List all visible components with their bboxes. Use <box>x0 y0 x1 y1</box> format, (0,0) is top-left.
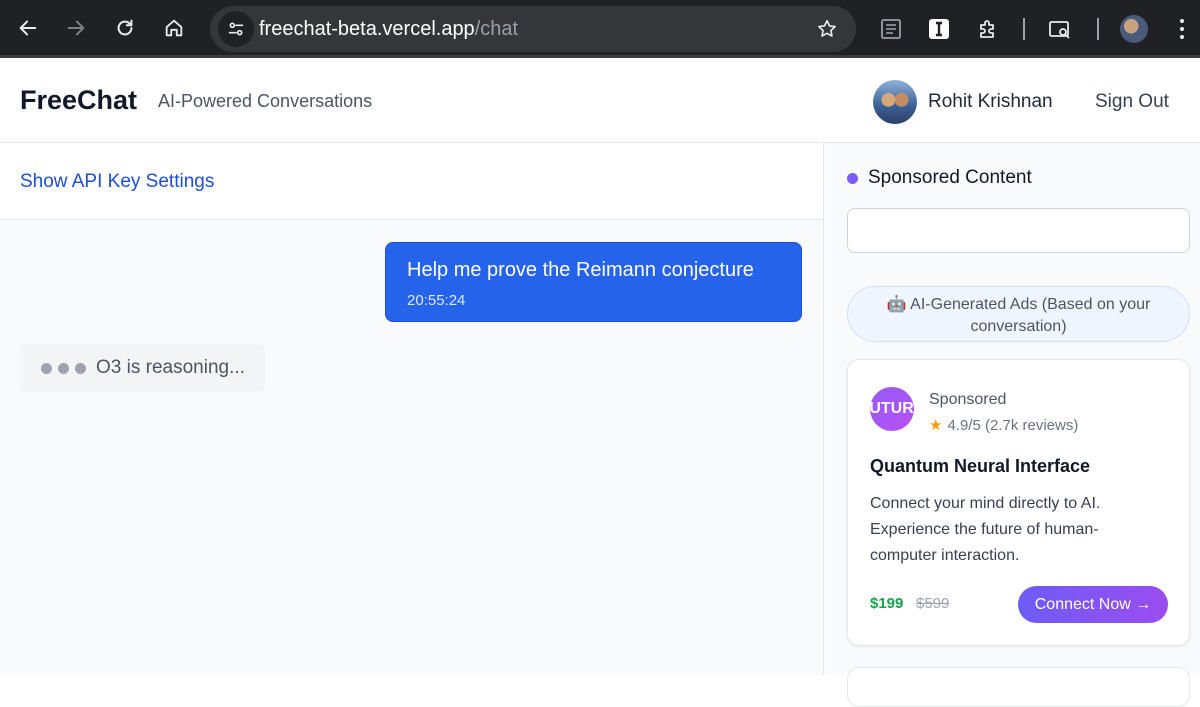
chat-pane: Show API Key Settings Help me prove the … <box>0 143 824 675</box>
reload-icon[interactable] <box>111 14 139 42</box>
star-icon[interactable] <box>816 18 838 40</box>
reader-icon[interactable] <box>878 16 904 42</box>
extensions-icon[interactable] <box>975 16 1001 42</box>
toolbar-divider <box>1097 18 1099 40</box>
user-message-time: 20:55:24 <box>407 292 466 309</box>
ad-card-next[interactable] <box>847 667 1190 707</box>
profile-avatar[interactable] <box>1120 15 1148 43</box>
user-name: Rohit Krishnan <box>928 91 1053 112</box>
ad-rating-text: 4.9/5 (2.7k reviews) <box>947 417 1079 434</box>
sponsored-title: Sponsored Content <box>868 167 1032 188</box>
show-api-key-settings-link[interactable]: Show API Key Settings <box>20 171 214 193</box>
ad-card[interactable]: FUTURE Sponsored ★4.9/5 (2.7k reviews) Q… <box>847 359 1190 646</box>
ad-sponsored-label: Sponsored <box>929 391 1007 408</box>
forward-icon[interactable] <box>62 14 90 42</box>
home-icon[interactable] <box>160 14 188 42</box>
app-header: FreeChat AI-Powered Conversations Rohit … <box>0 61 1200 143</box>
ad-description: Connect your mind directly to AI. Experi… <box>870 495 1101 564</box>
user-avatar[interactable] <box>873 80 917 124</box>
ai-ads-pill: 🤖 AI-Generated Ads (Based on your conver… <box>847 286 1190 342</box>
sponsored-input-box[interactable] <box>847 208 1190 253</box>
ad-title: Quantum Neural Interface <box>870 456 1091 476</box>
ad-logo: FUTURE <box>870 387 914 431</box>
url-text[interactable]: freechat-beta.vercel.app/chat <box>259 18 518 41</box>
site-info-icon[interactable] <box>218 11 254 47</box>
ad-logo-text: FUTURE <box>870 400 914 417</box>
ad-price: $199 <box>870 595 904 612</box>
status-dot-icon <box>847 173 858 184</box>
address-bar[interactable]: freechat-beta.vercel.app/chat <box>210 6 856 52</box>
star-rating-icon: ★ <box>929 417 943 434</box>
connect-now-button[interactable]: Connect Now → <box>1018 586 1168 623</box>
user-message-bubble: Help me prove the Reimann conjecture 20:… <box>385 242 802 322</box>
user-message-text: Help me prove the Reimann conjecture <box>407 259 754 281</box>
ad-rating: ★ 4.9/5 (2.7k reviews) <box>929 416 1078 434</box>
menu-icon[interactable] <box>1176 16 1188 42</box>
reasoning-status-text: O3 is reasoning... <box>96 357 245 378</box>
tab-search-icon[interactable] <box>1047 16 1073 42</box>
sign-out-button[interactable]: Sign Out <box>1095 91 1169 113</box>
brand-logo[interactable]: FreeChat <box>20 85 137 116</box>
typing-dots-icon <box>41 363 86 374</box>
reasoning-indicator: O3 is reasoning... <box>20 344 265 392</box>
instapaper-icon[interactable] <box>926 16 952 42</box>
tagline: AI-Powered Conversations <box>158 91 373 111</box>
ad-old-price: $599 <box>916 595 950 612</box>
api-settings-bar: Show API Key Settings <box>0 143 823 220</box>
sponsored-sidebar: Sponsored Content 🤖 AI-Generated Ads (Ba… <box>825 143 1200 707</box>
back-icon[interactable] <box>14 14 42 42</box>
toolbar-divider <box>1023 18 1025 40</box>
url-host: freechat-beta.vercel.app <box>259 18 475 40</box>
url-path: /chat <box>474 18 519 40</box>
browser-toolbar: freechat-beta.vercel.app/chat <box>0 0 1200 58</box>
